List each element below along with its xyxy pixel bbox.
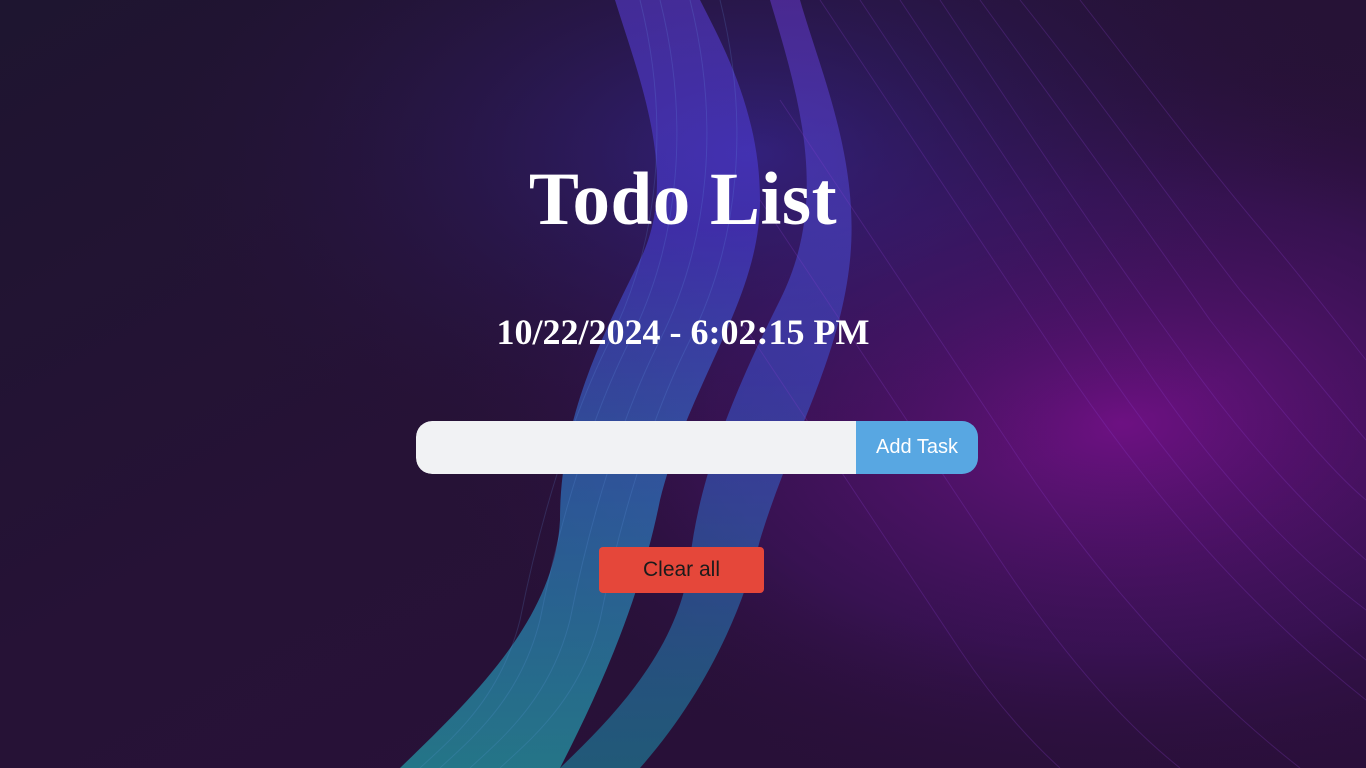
add-task-form: Add Task: [416, 421, 978, 474]
add-task-button[interactable]: Add Task: [856, 421, 978, 474]
task-input[interactable]: [416, 421, 856, 474]
clear-all-button[interactable]: Clear all: [599, 547, 764, 593]
todo-app: Todo List 10/22/2024 - 6:02:15 PM Add Ta…: [0, 0, 1366, 768]
current-datetime: 10/22/2024 - 6:02:15 PM: [496, 312, 870, 352]
page-title: Todo List: [528, 158, 838, 241]
